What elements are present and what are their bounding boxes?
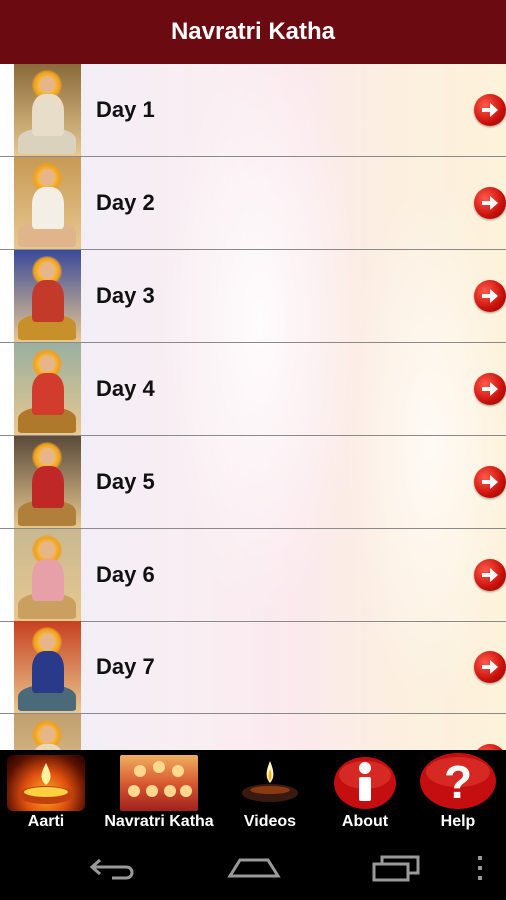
page-title: Navratri Katha <box>170 18 336 45</box>
help-icon: ? <box>419 752 497 810</box>
day-label: Day 2 <box>96 189 155 215</box>
tab-label-videos: Videos <box>243 813 297 830</box>
day-label: Day 6 <box>96 561 155 587</box>
arrow-right-icon[interactable] <box>474 279 506 312</box>
goddess-thumbnail <box>14 249 81 342</box>
tab-videos[interactable]: Videos <box>228 750 312 836</box>
day-label: Day 5 <box>96 468 155 494</box>
list-item[interactable]: Day 1 <box>0 64 506 157</box>
arrow-right-icon[interactable] <box>474 372 506 405</box>
tab-aarti[interactable]: Aarti <box>0 750 92 836</box>
day-list[interactable]: Day 1 Day 2 Day 3 Day 4 Day 5 Day 6 Day 7 Day 8 <box>0 64 506 750</box>
tab-label-help: Help <box>440 813 476 830</box>
arrow-right-icon[interactable] <box>474 186 506 219</box>
day-label: Day 4 <box>96 375 155 401</box>
tab-help[interactable]: ? Help <box>418 750 498 836</box>
list-item[interactable]: Day 7 <box>0 621 506 715</box>
info-icon <box>333 755 397 811</box>
tab-label-about: About <box>341 813 389 830</box>
goddess-thumbnail <box>14 621 81 714</box>
goddess-thumbnail <box>14 528 81 621</box>
tab-about[interactable]: About <box>326 750 404 836</box>
lamp-icon <box>235 755 305 811</box>
tab-label-aarti: Aarti <box>27 813 65 830</box>
goddess-thumbnail <box>14 435 81 528</box>
day-label: Day 1 <box>96 97 155 122</box>
bottom-tab-bar: Aarti Navratri Katha Videos About ? Help <box>0 750 506 836</box>
goddess-thumbnail <box>14 156 81 249</box>
list-item[interactable]: Day 8 <box>0 714 506 750</box>
back-icon[interactable] <box>88 854 138 887</box>
arrow-right-icon[interactable] <box>474 558 506 591</box>
list-item[interactable]: Day 2 <box>0 156 506 250</box>
goddess-thumbnail <box>14 342 81 435</box>
svg-text:?: ? <box>444 756 472 808</box>
home-icon[interactable] <box>226 854 282 887</box>
list-item[interactable]: Day 4 <box>0 342 506 436</box>
goddess-thumbnail <box>14 714 81 750</box>
system-nav-bar <box>0 836 506 900</box>
arrow-right-icon[interactable] <box>474 465 506 498</box>
arrow-right-icon[interactable] <box>474 651 506 684</box>
day-label: Day 7 <box>96 654 155 680</box>
recent-apps-icon[interactable] <box>370 854 422 887</box>
app-header: Navratri Katha <box>0 0 506 64</box>
list-item[interactable]: Day 3 <box>0 249 506 343</box>
arrow-right-icon[interactable] <box>474 94 506 126</box>
list-item[interactable]: Day 5 <box>0 435 506 529</box>
diya-icon <box>7 755 85 811</box>
list-item[interactable]: Day 6 <box>0 528 506 622</box>
katha-icon <box>120 755 198 811</box>
tab-navratri-katha[interactable]: Navratri Katha <box>100 750 218 836</box>
day-label: Day 3 <box>96 282 155 308</box>
day-label: Day 8 <box>96 714 155 750</box>
goddess-thumbnail <box>14 64 81 156</box>
tab-label-navratri-katha: Navratri Katha <box>104 813 214 830</box>
menu-dots-icon[interactable] <box>476 854 484 887</box>
